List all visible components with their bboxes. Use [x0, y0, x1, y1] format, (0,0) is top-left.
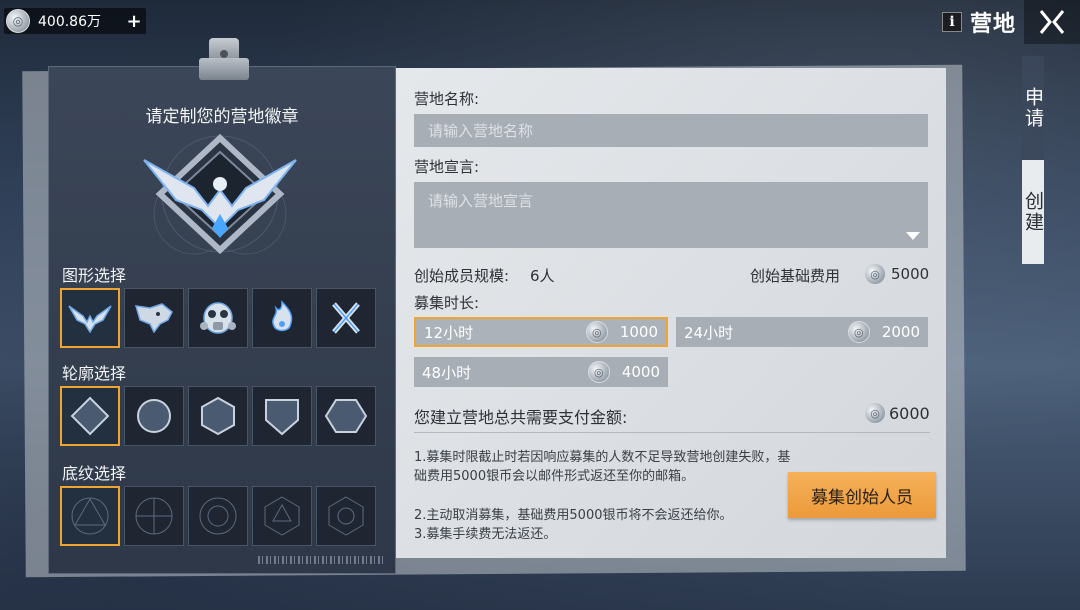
divider	[414, 432, 930, 433]
shape-option-crossblades[interactable]	[316, 288, 376, 348]
silver-coin-icon: ◎	[6, 9, 30, 33]
pattern-option-1[interactable]	[60, 486, 120, 546]
badge-title: 请定制您的营地徽章	[145, 107, 299, 127]
camp-name-label: 营地名称:	[414, 90, 480, 108]
pattern-2-icon	[135, 497, 173, 535]
outline-option-shield[interactable]	[252, 386, 312, 446]
duration-24h-label: 24小时	[684, 323, 734, 342]
silver-coin-icon: ◎	[587, 361, 610, 383]
shield-outline-icon	[265, 399, 299, 436]
duration-12h-label: 12小时	[424, 323, 474, 342]
duration-24h-price-value: 2000	[881, 323, 920, 341]
recruit-founders-button[interactable]: 募集创始人员	[788, 472, 936, 518]
total-cost-label: 您建立营地总共需要支付金额:	[414, 408, 628, 427]
decorative-barcode	[258, 556, 386, 564]
currency-amount: 400.86万	[38, 14, 101, 30]
base-fee-value: 5000	[891, 265, 930, 283]
duration-48h-label: 48小时	[422, 363, 472, 382]
tab-create[interactable]: 创建	[1022, 160, 1044, 264]
side-tabs: 申请 创建	[1022, 56, 1080, 264]
diamond-outline-icon	[70, 396, 110, 436]
pattern-1-icon	[71, 497, 109, 535]
silver-coin-icon: ◎	[864, 263, 886, 285]
shape-option-flame[interactable]	[252, 288, 312, 348]
outline-section-label: 轮廓选择	[62, 364, 127, 383]
pattern-option-5[interactable]	[316, 486, 376, 546]
pattern-option-2[interactable]	[124, 486, 184, 546]
camp-slogan-input[interactable]: 请输入营地宣言	[414, 182, 928, 248]
clipboard-clip	[199, 38, 249, 82]
tab-apply[interactable]: 申请	[1022, 56, 1044, 160]
wide-hexagon-outline-icon	[324, 399, 368, 433]
outline-options	[60, 386, 384, 450]
silver-coin-icon: ◎	[585, 321, 608, 343]
duration-option-12h[interactable]: 12小时 ◎ 1000	[414, 317, 668, 347]
duration-48h-price: ◎ 4000	[587, 361, 660, 383]
pattern-options	[60, 486, 384, 550]
currency-display: ◎ 400.86万 +	[4, 8, 146, 34]
shape-option-eagle[interactable]	[60, 288, 120, 348]
shape-section-label: 图形选择	[62, 266, 127, 285]
duration-24h-price: ◎ 2000	[847, 321, 920, 343]
silver-coin-icon: ◎	[864, 402, 886, 424]
duration-12h-price: ◎ 1000	[585, 321, 658, 343]
outline-option-hexagon[interactable]	[188, 386, 248, 446]
pattern-4-icon	[264, 496, 300, 536]
note-1: 1.募集时限截止时若因响应募集的人数不足导致营地创建失败，基础费用5000银币会…	[414, 450, 791, 484]
add-currency-button[interactable]: +	[122, 11, 146, 32]
close-icon	[1039, 10, 1065, 34]
duration-option-24h[interactable]: 24小时 ◎ 2000	[676, 317, 928, 347]
pattern-option-3[interactable]	[188, 486, 248, 546]
shape-options	[60, 288, 384, 352]
circle-outline-icon	[137, 399, 171, 433]
badge-preview-icon	[143, 133, 297, 255]
wolf-icon	[134, 303, 173, 334]
close-button[interactable]	[1024, 0, 1080, 44]
header-title-area: i 营地	[941, 6, 1016, 38]
base-fee-label: 创始基础费用	[750, 267, 841, 285]
gasmask-icon	[200, 302, 236, 334]
hexagon-outline-icon	[201, 396, 235, 436]
note-3: 3.募集手续费无法返还。	[414, 527, 557, 542]
outline-option-wide-hexagon[interactable]	[316, 386, 376, 446]
duration-label: 募集时长:	[414, 294, 480, 312]
total-cost-value: 6000	[889, 404, 930, 423]
duration-48h-price-value: 4000	[621, 363, 660, 381]
pattern-3-icon	[199, 497, 237, 535]
founding-size-label: 创始成员规模:	[414, 267, 510, 285]
camp-slogan-label: 营地宣言:	[414, 158, 480, 176]
pattern-option-4[interactable]	[252, 486, 312, 546]
outline-option-circle[interactable]	[124, 386, 184, 446]
camp-slogan-placeholder: 请输入营地宣言	[428, 192, 534, 210]
note-2: 2.主动取消募集，基础费用5000银币将不会返还给你。	[414, 508, 733, 523]
shape-option-wolf[interactable]	[124, 288, 184, 348]
outline-option-diamond[interactable]	[60, 386, 120, 446]
duration-12h-price-value: 1000	[619, 323, 658, 341]
pattern-section-label: 底纹选择	[62, 464, 127, 483]
silver-coin-icon: ◎	[847, 321, 870, 343]
expand-icon[interactable]	[906, 232, 920, 240]
eagle-icon	[68, 305, 112, 334]
duration-option-48h[interactable]: 48小时 ◎ 4000	[414, 357, 668, 387]
pattern-5-icon	[328, 496, 364, 536]
cross-blades-icon	[332, 302, 360, 334]
founding-size-value: 6人	[530, 267, 555, 285]
page-title: 营地	[969, 12, 1016, 37]
info-icon[interactable]: i	[941, 12, 962, 32]
flame-icon	[272, 300, 293, 332]
shape-option-gasmask[interactable]	[188, 288, 248, 348]
camp-name-input[interactable]: 请输入营地名称	[414, 114, 928, 147]
